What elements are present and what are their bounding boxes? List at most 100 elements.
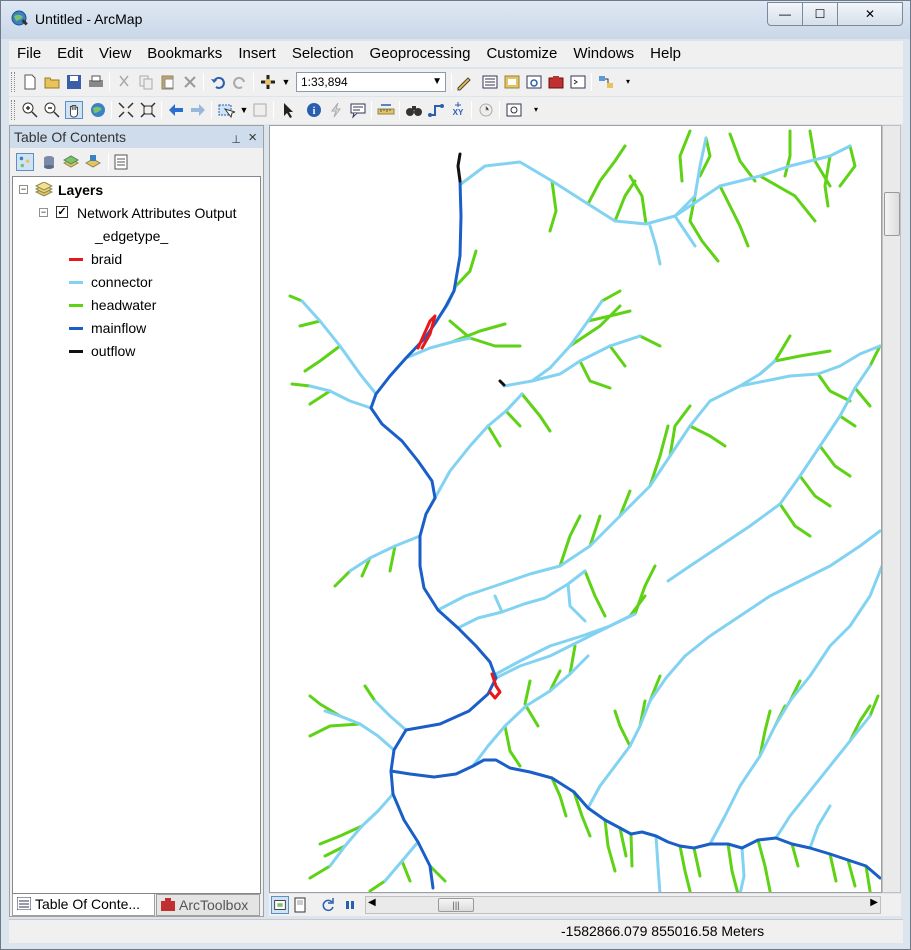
headwater-stream — [303, 344, 342, 373]
headwater-stream — [486, 424, 502, 448]
close-button[interactable]: ✕ — [837, 2, 903, 26]
list-by-visibility-icon[interactable] — [62, 153, 80, 171]
select-features-icon[interactable] — [217, 101, 235, 119]
tools-toolbar: ▼ i XY ▾ — [9, 97, 903, 124]
map-scale-combo[interactable]: 1:33,894 ▼ — [296, 72, 446, 92]
pin-icon[interactable]: ⊥ — [231, 129, 241, 151]
mainflow-stream — [369, 179, 498, 890]
identify-icon[interactable]: i — [305, 101, 323, 119]
tab-arctoolbox[interactable]: ArcToolbox — [156, 894, 260, 916]
arctoolbox-icon[interactable] — [547, 73, 565, 91]
toolbar-options-icon[interactable]: ▾ — [527, 101, 545, 119]
layout-view-icon[interactable] — [291, 896, 309, 914]
viewer-window-icon[interactable] — [505, 101, 523, 119]
pan-hand-icon[interactable] — [65, 101, 83, 119]
toolbar-grip[interactable] — [11, 100, 15, 120]
toolbar-grip[interactable] — [11, 72, 15, 92]
headwater-stream — [838, 144, 857, 188]
zoom-in-icon[interactable] — [21, 101, 39, 119]
headwater-stream — [504, 409, 522, 428]
save-icon[interactable] — [65, 73, 83, 91]
data-view-icon[interactable] — [271, 896, 289, 914]
map-display[interactable] — [269, 125, 882, 893]
tab-label: Table Of Conte... — [35, 896, 141, 912]
menu-edit[interactable]: Edit — [49, 41, 91, 67]
delete-icon[interactable] — [181, 73, 199, 91]
collapse-icon[interactable]: − — [39, 208, 48, 217]
back-arrow-icon[interactable] — [167, 101, 185, 119]
menu-bar: File Edit View Bookmarks Insert Selectio… — [9, 41, 903, 67]
headwater-stream — [308, 389, 332, 406]
search-window-icon[interactable] — [525, 73, 543, 91]
menu-geoprocessing[interactable]: Geoprocessing — [362, 41, 479, 67]
menu-insert[interactable]: Insert — [230, 41, 284, 67]
find-binoculars-icon[interactable] — [405, 101, 423, 119]
menu-bookmarks[interactable]: Bookmarks — [139, 41, 230, 67]
refresh-icon[interactable] — [319, 896, 337, 914]
toc-options-icon[interactable] — [112, 153, 130, 171]
stream-network-map[interactable] — [270, 126, 882, 893]
hyperlink-lightning-icon[interactable] — [327, 101, 345, 119]
toc-close-icon[interactable]: × — [248, 127, 257, 149]
measure-icon[interactable] — [377, 101, 395, 119]
select-elements-arrow-icon[interactable] — [279, 101, 297, 119]
menu-customize[interactable]: Customize — [478, 41, 565, 67]
paste-icon[interactable] — [159, 73, 177, 91]
print-icon[interactable] — [87, 73, 105, 91]
menu-help[interactable]: Help — [642, 41, 689, 67]
toc-toolbar — [10, 149, 263, 175]
menu-selection[interactable]: Selection — [284, 41, 362, 67]
toolbar-separator — [451, 73, 452, 91]
toolbar-options-icon[interactable]: ▾ — [619, 73, 637, 91]
vertical-scrollbar[interactable] — [882, 125, 901, 893]
modelbuilder-icon[interactable] — [597, 73, 615, 91]
vertical-scroll-thumb[interactable] — [884, 192, 900, 236]
horizontal-scroll-thumb[interactable]: ||| — [438, 898, 474, 912]
menu-file[interactable]: File — [9, 41, 49, 67]
pause-drawing-icon[interactable] — [341, 896, 359, 914]
list-by-source-icon[interactable] — [40, 153, 58, 171]
headwater-stream — [613, 179, 637, 223]
fixed-zoom-out-icon[interactable] — [139, 101, 157, 119]
maximize-button[interactable]: ☐ — [802, 2, 838, 26]
headwater-stream — [756, 838, 772, 892]
layer-visibility-checkbox[interactable]: ✓ — [56, 206, 68, 218]
table-of-contents-icon[interactable] — [481, 73, 499, 91]
menu-view[interactable]: View — [91, 41, 139, 67]
menu-windows[interactable]: Windows — [565, 41, 642, 67]
go-to-xy-icon[interactable]: XY — [449, 101, 467, 119]
catalog-icon[interactable] — [503, 73, 521, 91]
clear-selection-icon[interactable] — [251, 101, 269, 119]
scroll-right-icon[interactable]: ▶ — [870, 897, 878, 908]
full-extent-globe-icon[interactable] — [89, 101, 107, 119]
headwater-stream — [778, 502, 812, 538]
time-slider-icon[interactable] — [477, 101, 495, 119]
scroll-left-icon[interactable]: ◀ — [368, 897, 376, 908]
collapse-icon[interactable]: − — [19, 185, 28, 194]
add-data-dropdown-icon[interactable]: ▼ — [277, 73, 295, 91]
list-by-selection-icon[interactable] — [84, 153, 102, 171]
horizontal-scrollbar[interactable]: ◀ ||| ▶ — [365, 896, 881, 914]
copy-icon[interactable] — [137, 73, 155, 91]
find-route-icon[interactable] — [427, 101, 445, 119]
python-window-icon[interactable] — [569, 73, 587, 91]
fixed-zoom-in-icon[interactable] — [117, 101, 135, 119]
open-folder-icon[interactable] — [43, 73, 61, 91]
forward-arrow-icon[interactable] — [189, 101, 207, 119]
headwater-stream — [638, 334, 662, 348]
title-bar[interactable]: Untitled - ArcMap — ☐ ✕ — [1, 1, 910, 39]
list-by-drawing-order-icon[interactable] — [16, 153, 34, 171]
html-popup-icon[interactable] — [349, 101, 367, 119]
cut-icon[interactable] — [115, 73, 133, 91]
chevron-down-icon[interactable]: ▼ — [432, 73, 442, 91]
minimize-button[interactable]: — — [767, 2, 803, 26]
tab-table-of-contents[interactable]: Table Of Conte... — [12, 894, 155, 916]
redo-icon[interactable] — [231, 73, 249, 91]
undo-icon[interactable] — [209, 73, 227, 91]
toc-header: Table Of Contents ⊥ × — [10, 126, 263, 148]
zoom-out-icon[interactable] — [43, 101, 61, 119]
new-document-icon[interactable] — [21, 73, 39, 91]
headwater-stream — [692, 846, 702, 878]
editor-toolbar-icon[interactable] — [455, 73, 473, 91]
add-data-icon[interactable] — [259, 73, 277, 91]
